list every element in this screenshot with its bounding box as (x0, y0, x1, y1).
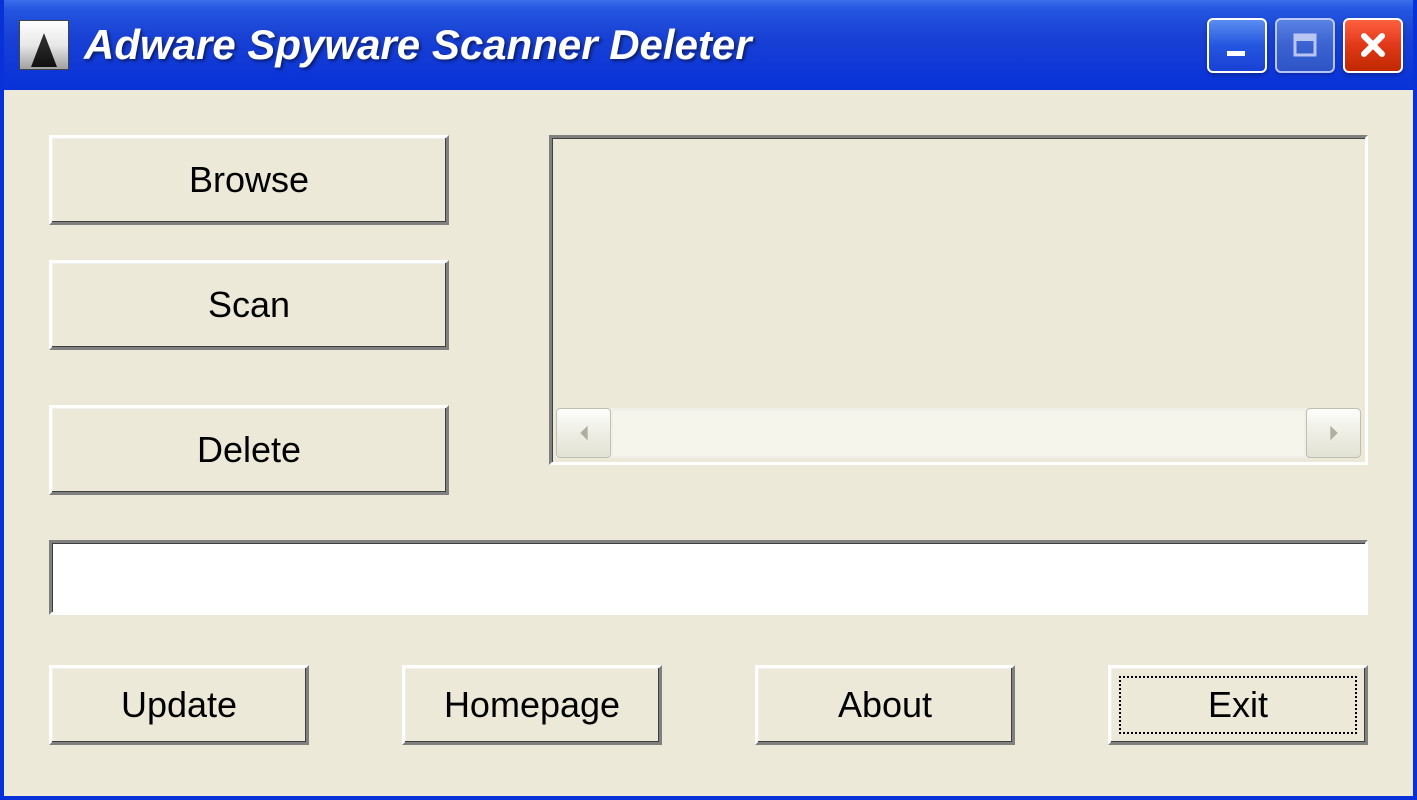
titlebar[interactable]: Adware Spyware Scanner Deleter (4, 0, 1413, 90)
top-section: Browse Scan Delete (49, 135, 1368, 495)
bottom-button-group: Update Homepage About Exit (49, 665, 1368, 745)
scroll-right-button[interactable] (1306, 408, 1361, 458)
client-area: Browse Scan Delete (4, 90, 1413, 796)
window-title: Adware Spyware Scanner Deleter (84, 21, 1207, 69)
scroll-left-button[interactable] (556, 408, 611, 458)
maximize-button[interactable] (1275, 18, 1335, 73)
delete-button[interactable]: Delete (49, 405, 449, 495)
close-button[interactable] (1343, 18, 1403, 73)
horizontal-scrollbar (556, 408, 1361, 458)
results-list[interactable] (549, 135, 1368, 465)
about-button[interactable]: About (755, 665, 1015, 745)
scroll-track[interactable] (613, 411, 1304, 456)
left-button-group: Browse Scan Delete (49, 135, 449, 495)
chevron-right-icon (1323, 422, 1345, 444)
browse-button[interactable]: Browse (49, 135, 449, 225)
main-window: Adware Spyware Scanner Deleter (0, 0, 1417, 800)
exit-button[interactable]: Exit (1108, 665, 1368, 745)
minimize-button[interactable] (1207, 18, 1267, 73)
chevron-left-icon (573, 422, 595, 444)
close-icon (1357, 29, 1389, 61)
app-icon (19, 20, 69, 70)
homepage-button[interactable]: Homepage (402, 665, 662, 745)
status-field (49, 540, 1368, 615)
maximize-icon (1289, 29, 1321, 61)
update-button[interactable]: Update (49, 665, 309, 745)
scan-button[interactable]: Scan (49, 260, 449, 350)
window-controls (1207, 18, 1403, 73)
minimize-icon (1221, 29, 1253, 61)
